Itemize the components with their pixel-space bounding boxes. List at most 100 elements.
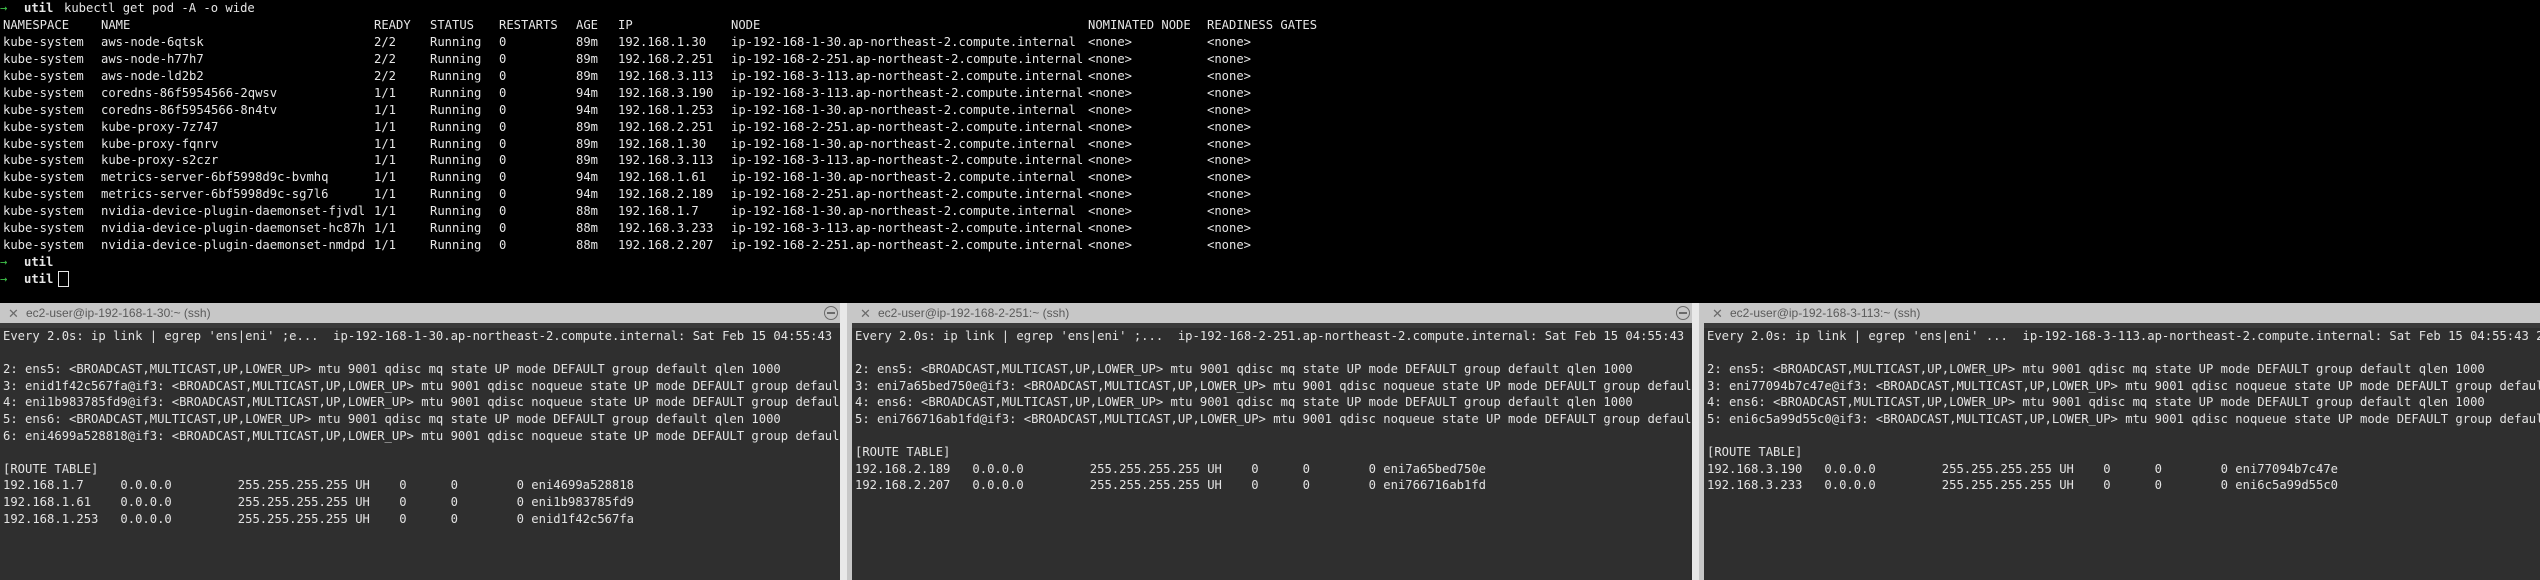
pane-output: Every 2.0s: ip link | egrep 'ens|eni' ..… [1704, 328, 2540, 580]
table-header: NAMESPACE NAME READY STATUS RESTARTS AGE IP NOD… [0, 17, 2540, 34]
table-cell: metrics-server-6bf5998d9c-sg7l6 [101, 187, 329, 202]
table-cell: <none> [1207, 136, 1252, 151]
output-line: 192.168.2.207 0.0.0.0 255.255.255.255 UH… [855, 478, 1487, 493]
table-row: kube-system coredns-86f5954566-8n4tv 1/1 Ru… [0, 102, 2540, 119]
table-cell: 94m [576, 187, 599, 202]
table-cell: aws-node-ld2b2 [101, 68, 204, 83]
output-line: 6: eni4699a528818@if3: <BROADCAST,MULTIC… [3, 428, 840, 443]
pane-divider[interactable] [1692, 303, 1699, 580]
table-cell: Running [430, 238, 482, 253]
table-cell: 1/1 [374, 85, 397, 100]
table-cell: 88m [576, 238, 599, 253]
close-icon[interactable]: ✕ [860, 306, 871, 322]
main-terminal[interactable]: → util kubectl get pod -A -o wide NAMESP… [0, 0, 2540, 303]
table-cell: 1/1 [374, 238, 397, 253]
pane-divider[interactable] [840, 303, 847, 580]
table-cell: ip-192-168-3-113.ap-northeast-2.compute.… [731, 153, 1084, 168]
table-cell: <none> [1207, 34, 1252, 49]
table-cell: 1/1 [374, 102, 397, 117]
table-cell: 192.168.3.233 [618, 221, 714, 236]
table-cell: 89m [576, 68, 599, 83]
table-cell: <none> [1088, 204, 1133, 219]
trailing-prompts: → util → util [0, 254, 2540, 288]
column-header: NAMESPACE [3, 17, 70, 32]
close-icon[interactable]: ✕ [1712, 306, 1723, 322]
table-cell: 94m [576, 170, 599, 185]
table-cell: kube-system [3, 51, 84, 66]
table-cell: <none> [1088, 136, 1133, 151]
prompt-arrow-icon: → [0, 1, 8, 15]
output-line: 5: eni6c5a99d55c0@if3: <BROADCAST,MULTIC… [1707, 411, 2540, 426]
pane-tab[interactable]: ✕ ec2-user@ip-192-168-3-113:~ (ssh) [1704, 303, 2540, 323]
prompt-line: → util [0, 254, 2540, 271]
table-cell: 0 [499, 238, 507, 253]
pane-tab[interactable]: ✕ ec2-user@ip-192-168-2-251:~ (ssh) [852, 303, 1692, 323]
table-row: kube-system kube-proxy-7z747 1/1 Running 0 89… [0, 119, 2540, 136]
output-line: Every 2.0s: ip link | egrep 'ens|eni' ;.… [855, 329, 1692, 343]
table-cell: <none> [1207, 102, 1252, 117]
table-cell: Running [430, 221, 482, 236]
table-cell: nvidia-device-plugin-daemonset-fjvdl [101, 204, 366, 219]
table-cell: 88m [576, 204, 599, 219]
table-cell: 0 [499, 153, 507, 168]
table-cell: 89m [576, 34, 599, 49]
table-row: kube-system metrics-server-6bf5998d9c-sg7… [0, 186, 2540, 203]
output-line: [ROUTE TABLE] [1707, 445, 1803, 460]
table-cell: 88m [576, 221, 599, 236]
table-cell: kube-proxy-7z747 [101, 119, 219, 134]
pane-node-2[interactable]: ✕ ec2-user@ip-192-168-2-251:~ (ssh) Ever… [852, 303, 1692, 580]
table-row: kube-system metrics-server-6bf5998d9c-bvm… [0, 169, 2540, 186]
command-line: → util kubectl get pod -A -o wide [0, 0, 2540, 17]
output-line: 4: ens6: <BROADCAST,MULTICAST,UP,LOWER_U… [1707, 395, 2485, 410]
table-cell: 94m [576, 85, 599, 100]
table-cell: 2/2 [374, 51, 397, 66]
table-cell: ip-192-168-2-251.ap-northeast-2.compute.… [731, 187, 1084, 202]
table-cell: kube-system [3, 187, 84, 202]
table-cell: 2/2 [374, 34, 397, 49]
pane-node-3[interactable]: ✕ ec2-user@ip-192-168-3-113:~ (ssh) Ever… [1704, 303, 2540, 580]
table-cell: 0 [499, 68, 507, 83]
table-cell: ip-192-168-3-113.ap-northeast-2.compute.… [731, 221, 1084, 236]
table-cell: ip-192-168-1-30.ap-northeast-2.compute.i… [731, 102, 1076, 117]
table-cell: <none> [1088, 119, 1133, 134]
table-cell: 1/1 [374, 170, 397, 185]
output-line: 3: enid1f42c567fa@if3: <BROADCAST,MULTIC… [3, 378, 840, 393]
pane-output: Every 2.0s: ip link | egrep 'ens|eni' ;.… [852, 328, 1692, 580]
output-line: [ROUTE TABLE] [3, 461, 99, 476]
pane-tab[interactable]: ✕ ec2-user@ip-192-168-1-30:~ (ssh) [0, 303, 840, 323]
table-cell: Running [430, 136, 482, 151]
table-cell: <none> [1088, 34, 1133, 49]
table-cell: kube-system [3, 221, 84, 236]
table-cell: Running [430, 170, 482, 185]
text-cursor[interactable] [58, 271, 69, 287]
table-cell: <none> [1088, 170, 1133, 185]
table-cell: <none> [1207, 170, 1252, 185]
minus-circle-icon[interactable] [1676, 306, 1690, 320]
output-line: Every 2.0s: ip link | egrep 'ens|eni' ;e… [3, 329, 840, 343]
prompt-directory: util [24, 255, 54, 270]
output-line: 4: eni1b983785fd9@if3: <BROADCAST,MULTIC… [3, 395, 840, 410]
close-icon[interactable]: ✕ [8, 306, 19, 322]
table-cell: coredns-86f5954566-2qwsv [101, 85, 278, 100]
table-cell: ip-192-168-2-251.ap-northeast-2.compute.… [731, 238, 1084, 253]
table-cell: kube-system [3, 85, 84, 100]
table-cell: <none> [1088, 221, 1133, 236]
table-cell: 1/1 [374, 204, 397, 219]
table-cell: <none> [1207, 68, 1252, 83]
minus-circle-icon[interactable] [824, 306, 838, 320]
table-row: kube-system nvidia-device-plugin-daemonse… [0, 203, 2540, 220]
table-cell: aws-node-6qtsk [101, 34, 204, 49]
pane-node-1[interactable]: ✕ ec2-user@ip-192-168-1-30:~ (ssh) Every… [0, 303, 840, 580]
table-cell: ip-192-168-2-251.ap-northeast-2.compute.… [731, 51, 1084, 66]
table-row: kube-system kube-proxy-s2czr 1/1 Running 0 89… [0, 152, 2540, 169]
output-line: 2: ens5: <BROADCAST,MULTICAST,UP,LOWER_U… [1707, 362, 2485, 377]
table-cell: <none> [1088, 187, 1133, 202]
table-cell: 192.168.2.251 [618, 51, 714, 66]
table-row: kube-system aws-node-6qtsk 2/2 Running 0 89m 1… [0, 34, 2540, 51]
table-cell: Running [430, 68, 482, 83]
table-cell: aws-node-h77h7 [101, 51, 204, 66]
output-line: 192.168.1.253 0.0.0.0 255.255.255.255 UH… [3, 511, 635, 526]
column-header: NAME [101, 17, 131, 32]
